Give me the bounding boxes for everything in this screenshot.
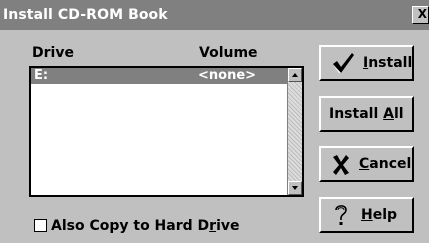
volume-column-header: Volume bbox=[199, 45, 258, 61]
volume-cell: <none> bbox=[198, 68, 257, 83]
copy-to-hard-drive-label: Also Copy to Hard Drive bbox=[51, 218, 240, 234]
drive-column-header: Drive bbox=[32, 45, 74, 61]
vertical-scrollbar[interactable] bbox=[287, 68, 302, 195]
install-cdrom-dialog: Install CD-ROM Book X Drive Volume E: <n… bbox=[0, 0, 429, 243]
install-all-button-label: Install All bbox=[329, 106, 404, 122]
checkmark-icon bbox=[330, 51, 356, 79]
install-all-button[interactable]: Install All bbox=[319, 96, 414, 132]
question-mark-icon bbox=[332, 203, 350, 231]
list-item[interactable]: E: <none> bbox=[31, 68, 287, 84]
drive-cell: E: bbox=[34, 68, 49, 83]
title-bar[interactable]: Install CD-ROM Book X bbox=[0, 0, 429, 30]
x-mark-icon bbox=[331, 154, 351, 180]
window-title: Install CD-ROM Book bbox=[3, 7, 168, 23]
install-button[interactable]: Install bbox=[319, 45, 414, 81]
install-button-label: Install bbox=[363, 55, 413, 71]
scroll-up-button[interactable] bbox=[288, 68, 302, 82]
cancel-button-label: Cancel bbox=[359, 156, 412, 172]
copy-to-hard-drive-checkbox[interactable] bbox=[34, 219, 47, 232]
drive-listbox[interactable]: E: <none> bbox=[29, 66, 304, 197]
help-button-label: Help bbox=[361, 207, 398, 223]
scroll-down-button[interactable] bbox=[288, 181, 302, 195]
close-icon: X bbox=[417, 7, 427, 21]
close-button[interactable]: X bbox=[412, 6, 429, 24]
help-button[interactable]: Help bbox=[319, 197, 414, 233]
cancel-button[interactable]: Cancel bbox=[319, 146, 414, 182]
